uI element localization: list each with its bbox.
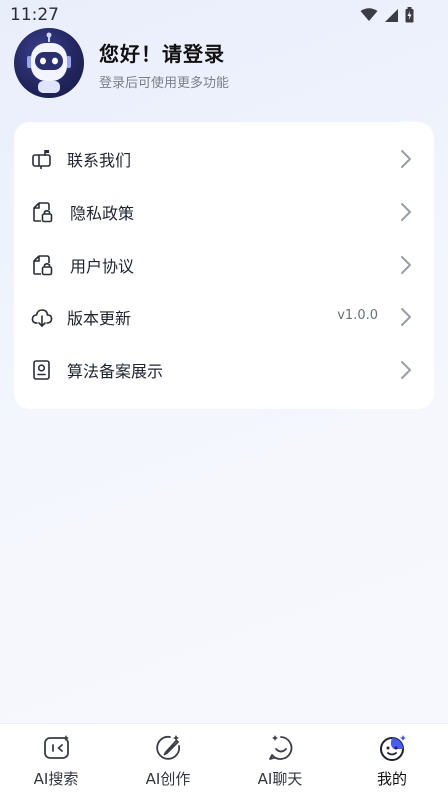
menu-item-update[interactable]: 版本更新 v1.0.0	[14, 291, 434, 343]
avatar[interactable]	[14, 28, 84, 98]
menu-item-privacy[interactable]: 隐私政策	[14, 186, 434, 238]
chevron-right-icon	[401, 150, 411, 168]
status-time: 11:27	[10, 5, 59, 25]
tab-label: AI聊天	[257, 770, 303, 788]
login-header[interactable]: 您好！请登录 登录后可使用更多功能	[14, 28, 434, 100]
status-icons	[360, 7, 414, 23]
wifi-icon	[360, 8, 378, 21]
ai-create-icon	[156, 735, 181, 760]
version-value: v1.0.0	[337, 308, 378, 323]
login-title[interactable]: 您好！请登录	[99, 38, 225, 67]
menu-item-contact[interactable]: 联系我们	[14, 133, 434, 185]
robot-icon	[27, 32, 71, 93]
tab-label: AI搜索	[33, 770, 79, 788]
document-lock-icon	[33, 255, 53, 276]
menu-item-label: 用户协议	[70, 257, 135, 276]
bottom-tab-bar: AI搜索 AI创作 AI聊天 我的	[0, 723, 448, 797]
tab-label: AI创作	[145, 770, 191, 788]
settings-card: 联系我们 隐私政策 用户协议 版本更新 v1.0.0 算法备案展示	[14, 122, 434, 409]
chevron-right-icon	[401, 308, 411, 326]
tab-ai-chat[interactable]: AI聊天	[224, 724, 336, 797]
battery-icon	[405, 7, 414, 23]
menu-item-label: 联系我们	[67, 151, 132, 170]
login-subtitle: 登录后可使用更多功能	[99, 76, 230, 91]
signal-icon	[385, 8, 398, 22]
id-card-icon	[33, 360, 50, 380]
status-bar: 11:27	[0, 0, 448, 30]
ai-chat-icon	[269, 735, 293, 760]
chevron-right-icon	[401, 203, 411, 221]
profile-face-icon	[380, 735, 406, 761]
ai-search-icon	[44, 735, 69, 759]
tab-profile[interactable]: 我的	[336, 724, 448, 797]
tab-ai-search[interactable]: AI搜索	[0, 724, 112, 797]
tab-label: 我的	[376, 770, 407, 788]
cloud-download-icon	[31, 309, 53, 327]
menu-item-algorithm[interactable]: 算法备案展示	[14, 344, 434, 396]
menu-item-label: 隐私政策	[70, 204, 135, 223]
chevron-right-icon	[401, 256, 411, 274]
chevron-right-icon	[401, 361, 411, 379]
mailbox-icon	[32, 150, 51, 169]
menu-item-agreement[interactable]: 用户协议	[14, 239, 434, 291]
document-lock-icon	[33, 202, 53, 223]
menu-item-label: 版本更新	[67, 309, 132, 328]
menu-item-label: 算法备案展示	[67, 362, 164, 381]
tab-ai-create[interactable]: AI创作	[112, 724, 224, 797]
